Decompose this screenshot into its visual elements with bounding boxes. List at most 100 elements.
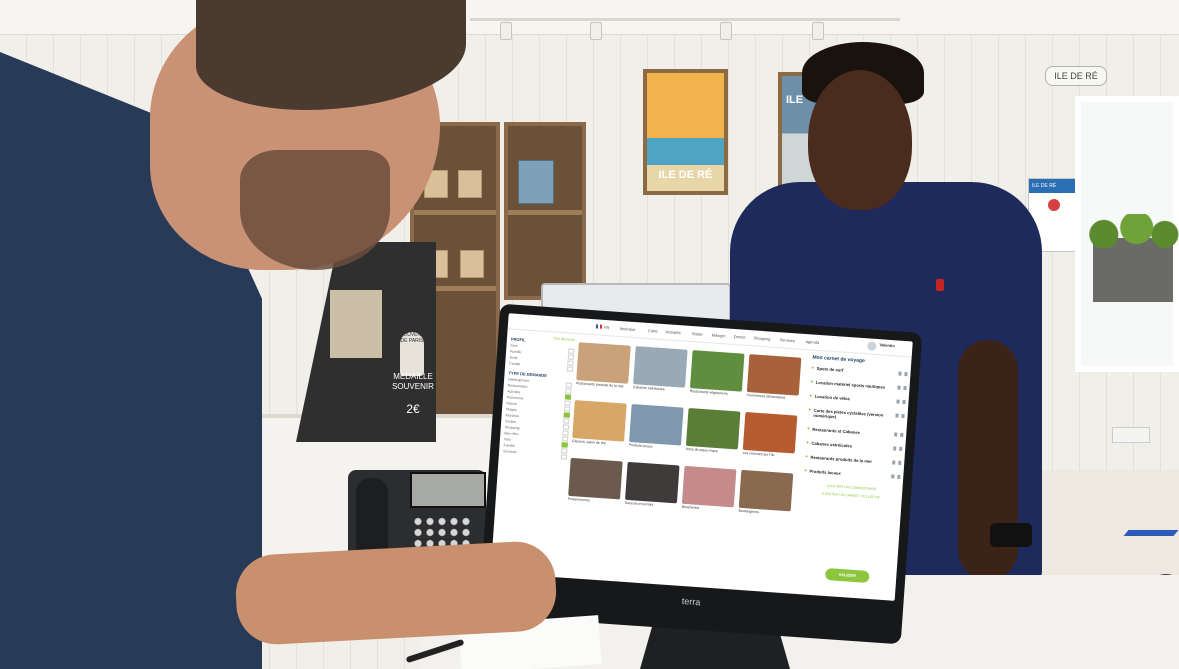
track-light-rail: [470, 18, 900, 21]
filter-option-label: Seul: [510, 343, 518, 348]
validate-button[interactable]: VALIDER: [824, 567, 870, 584]
gift-bag: [458, 170, 482, 198]
carnet-item[interactable]: Spots de surf: [811, 365, 908, 378]
edit-icon[interactable]: [893, 446, 897, 451]
trash-icon[interactable]: [898, 460, 902, 465]
category-tile[interactable]: Glaciers, salon de thé: [572, 400, 627, 447]
spotlight: [500, 22, 512, 40]
filter-checkbox[interactable]: [566, 366, 574, 372]
carnet-item[interactable]: Produits locaux: [804, 468, 901, 480]
tile-image: [625, 461, 680, 504]
nav-item-dormir[interactable]: Dormir: [733, 334, 745, 340]
category-tile[interactable]: Boucheries: [681, 465, 737, 513]
photo-scene: ILE DE RÉ ILE ILE DE RÉ ILE DE RÉ SOUVEN…: [0, 0, 1179, 669]
nav-item-shopping[interactable]: Shopping: [753, 335, 770, 341]
edit-icon[interactable]: [892, 460, 896, 465]
wooden-shelf: [504, 122, 586, 300]
tile-image: [629, 404, 684, 446]
filter-option-label: Plages: [505, 407, 517, 413]
category-tile[interactable]: Aires de pique-nique: [686, 408, 741, 455]
carnet-item-label: Cabanes ostréicoles: [811, 440, 853, 449]
carnet-item-label: Restaurants et Cabanes: [812, 426, 861, 436]
category-tile[interactable]: Saveurs et terroirs: [625, 461, 680, 509]
souvenir-badge: SOUVENIR DE PARIS: [400, 332, 426, 376]
carnet-item[interactable]: Restaurants produits de la mer: [805, 454, 902, 466]
trash-icon[interactable]: [897, 474, 901, 479]
trash-icon[interactable]: [901, 413, 905, 419]
app-screen: FR Itinéraire Carte Activités Visiter Ma…: [490, 313, 913, 601]
carnet-item[interactable]: Location de vélos: [809, 393, 906, 405]
man-left-beard: [240, 150, 390, 270]
trash-icon[interactable]: [900, 432, 904, 438]
book: [518, 160, 554, 204]
filter-checkbox[interactable]: [560, 454, 568, 460]
trash-icon[interactable]: [904, 371, 908, 377]
edit-icon[interactable]: [891, 474, 895, 479]
carnet-item-label: Carte des pistes cyclables (version numé…: [813, 407, 884, 420]
tile-image: [738, 469, 794, 512]
language-label[interactable]: FR: [604, 325, 610, 330]
category-tile[interactable]: Boulangeries: [738, 469, 794, 517]
category-tile[interactable]: Produits locaux: [629, 404, 684, 451]
phone-screen: [410, 472, 486, 508]
category-tile[interactable]: Restaurants végétariens: [690, 350, 745, 397]
edit-icon[interactable]: [895, 413, 899, 418]
notice-icon: [1048, 199, 1060, 211]
nav-item-manger[interactable]: Manger: [712, 332, 726, 338]
polo-logo-icon: [936, 279, 944, 291]
filter-option-label: Famille: [509, 349, 522, 355]
filter-option-label: Bien-être: [504, 431, 519, 437]
category-tile[interactable]: Poissonneries: [568, 457, 623, 505]
nav-item-itineraire[interactable]: Itinéraire: [620, 326, 636, 332]
carnet-item[interactable]: Cabanes ostréicoles: [806, 440, 903, 452]
trash-icon[interactable]: [903, 385, 907, 391]
filter-option-label: Activités: [507, 389, 521, 395]
ile-de-re-poster: ILE DE RÉ: [643, 69, 728, 195]
tile-image: [576, 342, 631, 384]
carnet-item[interactable]: Restaurants et Cabanes: [807, 426, 904, 438]
carnet-item-label: Spots de surf: [816, 365, 844, 373]
filter-option-label: Nature: [506, 401, 518, 407]
spotlight: [812, 22, 824, 40]
nav-item-visiter[interactable]: Visiter: [692, 331, 703, 337]
tile-image: [572, 400, 627, 442]
avatar[interactable]: [867, 341, 877, 351]
bullet-icon: [805, 455, 808, 458]
carnet-title: Mon carnet de voyage: [812, 354, 865, 365]
man-right-head: [808, 70, 912, 210]
carnet-list: Spots de surf Location matériel sports na…: [804, 365, 908, 480]
bullet-icon: [804, 469, 807, 472]
man-left-arm: [233, 539, 559, 647]
profile-name[interactable]: Valentin: [879, 342, 895, 348]
carnet-item-label: Produits locaux: [809, 468, 841, 476]
carnet-item-label: Location de vélos: [814, 393, 851, 402]
carnet-item-label: Location matériel sports nautiques: [815, 379, 886, 390]
edit-icon[interactable]: [894, 432, 898, 437]
nav-item-agenda[interactable]: Agenda: [805, 339, 819, 345]
wall-sign: ILE DE RÉ: [1045, 66, 1107, 86]
carnet-item[interactable]: Carte des pistes cyclables (version numé…: [808, 407, 905, 424]
carnet-item[interactable]: Location matériel sports nautiques: [810, 379, 907, 391]
gift-bag: [460, 250, 484, 278]
filter-option-label: Vélo: [503, 437, 512, 442]
category-tile[interactable]: Les marchés sur l'île: [742, 411, 798, 459]
edit-icon[interactable]: [897, 385, 901, 390]
wall-outlet: [1112, 427, 1150, 443]
trash-icon[interactable]: [902, 399, 906, 405]
shelf-board: [508, 210, 582, 215]
bullet-icon: [806, 441, 809, 444]
category-tile[interactable]: Restaurants produits de la mer: [576, 342, 631, 389]
edit-icon[interactable]: [896, 399, 900, 404]
edit-icon[interactable]: [898, 371, 902, 376]
category-tile[interactable]: Cabanes ostréicoles: [633, 346, 688, 393]
category-tile[interactable]: Commerces alimentaires: [746, 354, 802, 401]
tile-image: [746, 354, 802, 396]
nav-item-services[interactable]: Services: [779, 337, 795, 343]
tile-image: [633, 346, 688, 388]
nav-item-carte[interactable]: Carte: [648, 328, 658, 334]
nav-item-activites[interactable]: Activités: [666, 329, 681, 335]
bullet-icon: [809, 394, 812, 397]
french-flag-icon[interactable]: [595, 324, 603, 329]
trash-icon[interactable]: [899, 446, 903, 452]
filter-option-label: Couple: [509, 361, 521, 367]
